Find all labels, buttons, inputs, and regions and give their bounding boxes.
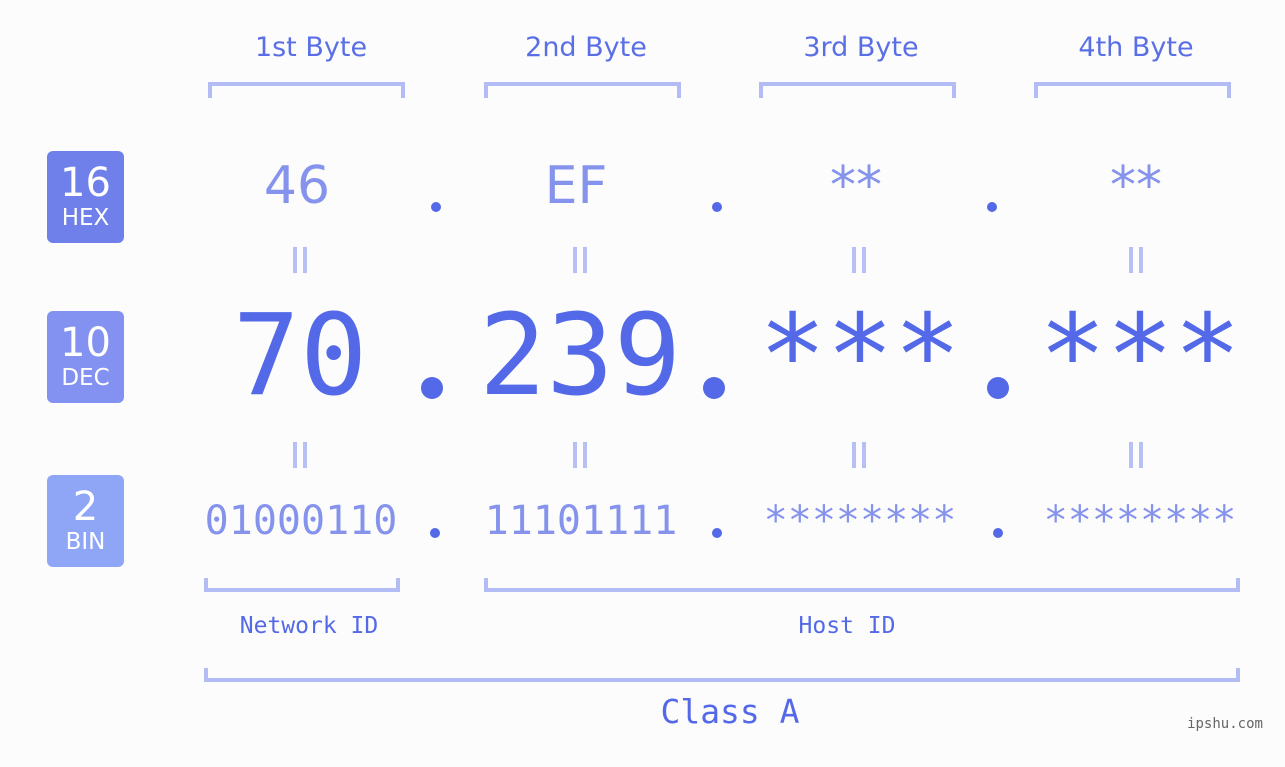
equals-icon — [850, 442, 868, 468]
byte-header-4: 4th Byte — [1078, 32, 1194, 63]
bin-separator-dot — [993, 528, 1003, 538]
byte-bracket-4 — [1034, 82, 1231, 98]
dec-octet-4: *** — [1038, 291, 1242, 421]
equals-icon — [850, 247, 868, 273]
dec-octet-3: *** — [758, 291, 962, 421]
hex-base-number: 16 — [60, 160, 111, 206]
bin-octet-1: 01000110 — [204, 498, 398, 544]
equals-icon — [291, 442, 309, 468]
byte-header-3: 3rd Byte — [803, 32, 919, 63]
equals-icon — [571, 247, 589, 273]
hex-separator-dot — [712, 202, 722, 212]
hex-octet-3: ** — [830, 156, 882, 216]
bin-octet-3: ******** — [763, 498, 957, 544]
bin-base-number: 2 — [72, 484, 99, 530]
dec-base-label: DEC — [61, 365, 110, 391]
hex-separator-dot — [431, 202, 441, 212]
byte-bracket-1 — [208, 82, 405, 98]
hex-octet-4: ** — [1110, 156, 1162, 216]
watermark: ipshu.com — [1187, 716, 1263, 732]
equals-icon — [571, 442, 589, 468]
bin-octet-4: ******** — [1043, 498, 1237, 544]
dec-separator-dot — [987, 377, 1009, 399]
bin-separator-dot — [712, 528, 722, 538]
byte-bracket-2 — [484, 82, 681, 98]
equals-icon — [1127, 247, 1145, 273]
class-label: Class A — [660, 692, 800, 731]
dec-badge: 10 DEC — [47, 311, 124, 403]
hex-octet-2: EF — [544, 156, 608, 216]
hex-separator-dot — [987, 202, 997, 212]
dec-octet-2: 239 — [478, 291, 682, 421]
dec-separator-dot — [703, 377, 725, 399]
hex-badge: 16 HEX — [47, 151, 124, 243]
byte-bracket-3 — [759, 82, 956, 98]
host-id-bracket — [484, 578, 1240, 592]
equals-icon — [291, 247, 309, 273]
network-id-bracket — [204, 578, 400, 592]
dec-octet-1: 70 — [232, 291, 368, 421]
byte-header-2: 2nd Byte — [525, 32, 647, 63]
hex-base-label: HEX — [61, 205, 110, 231]
bin-separator-dot — [430, 528, 440, 538]
bin-base-label: BIN — [65, 529, 106, 555]
equals-icon — [1127, 442, 1145, 468]
class-bracket — [204, 668, 1240, 682]
bin-octet-2: 11101111 — [484, 498, 678, 544]
dec-separator-dot — [421, 377, 443, 399]
host-id-label: Host ID — [798, 613, 896, 639]
hex-octet-1: 46 — [263, 156, 331, 216]
bin-badge: 2 BIN — [47, 475, 124, 567]
network-id-label: Network ID — [239, 613, 379, 639]
dec-base-number: 10 — [60, 320, 111, 366]
byte-header-1: 1st Byte — [254, 32, 368, 63]
